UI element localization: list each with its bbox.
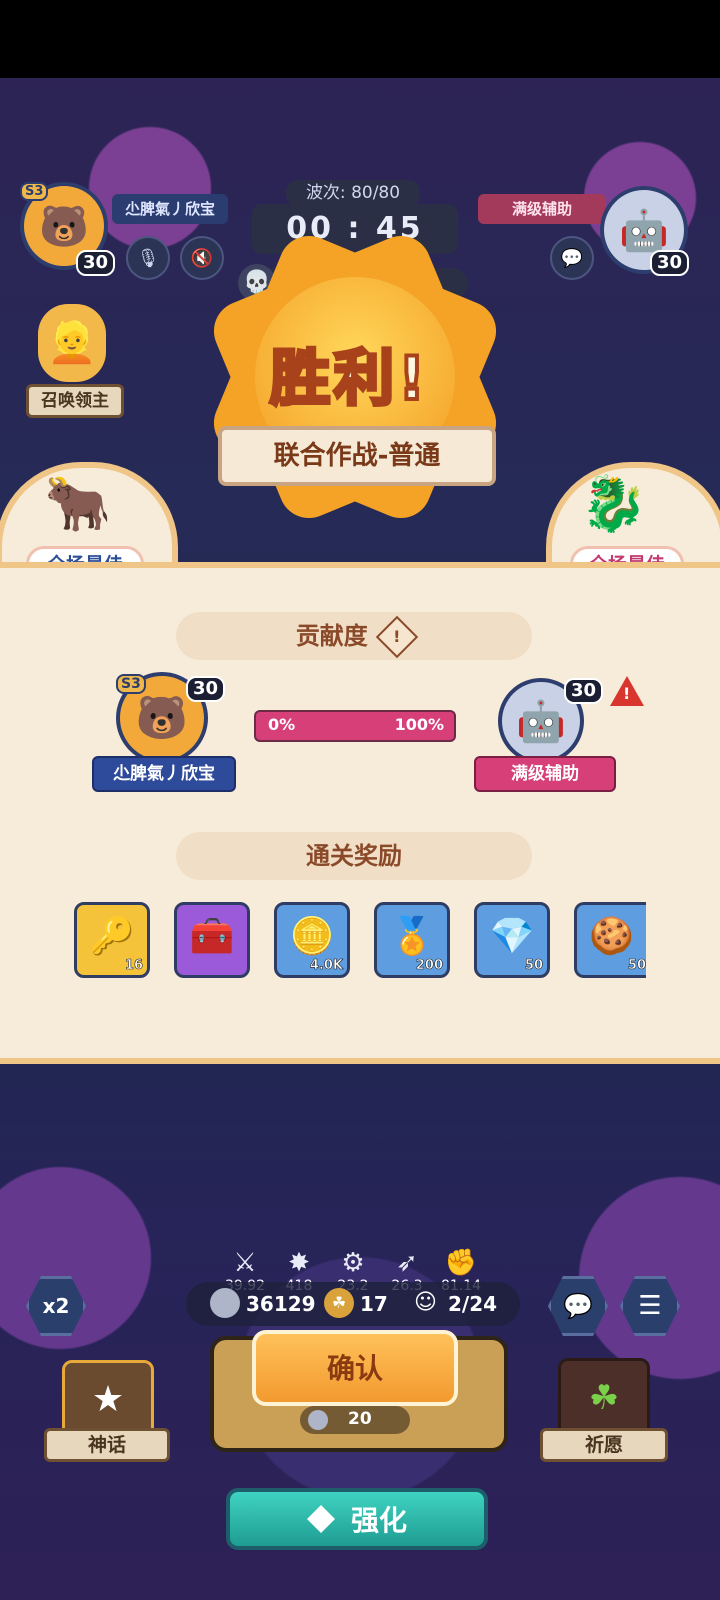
battle-timer: 00 : 45 xyxy=(252,204,458,254)
lord-portrait-icon: 👱 xyxy=(38,304,106,382)
coin-count: 36129 xyxy=(246,1292,316,1316)
treasure-chest-icon: 🧰 xyxy=(189,916,235,957)
trophy-medal-icon: 🏅 xyxy=(389,916,435,957)
robot-avatar-icon: 🤖 xyxy=(619,207,669,254)
summon-lord-label: 召唤领主 xyxy=(26,384,124,418)
clover-icon: ☘ xyxy=(324,1288,354,1318)
unit-count: 2/24 xyxy=(448,1292,498,1316)
contribution-ally-avatar: 🤖 30 xyxy=(498,678,604,764)
resource-bar: 36129 ☘ 17 ☺ 2/24 xyxy=(186,1282,520,1326)
silver-coin-icon xyxy=(210,1288,240,1318)
ally-name-plate: 满级辅助 xyxy=(478,194,606,224)
reward-amount: 50 xyxy=(524,958,544,974)
speaker-off-icon[interactable]: 🔇 xyxy=(180,236,224,280)
pray-label: 祈愿 xyxy=(540,1428,668,1462)
reward-amount: 4.0K xyxy=(309,958,344,974)
reward-gold-coin[interactable]: 🪙 4.0K xyxy=(274,902,350,978)
chat-bubble-icon[interactable]: 💬 xyxy=(550,236,594,280)
reward-amount: 200 xyxy=(415,958,444,974)
rewards-heading: 通关奖励 xyxy=(176,832,532,880)
player-avatar[interactable]: 🐻 S3 30 xyxy=(20,182,116,276)
battle-mode-ribbon: 联合作战-普通 xyxy=(218,426,496,486)
reward-amount: 50 xyxy=(627,958,647,974)
reward-crystal[interactable]: 💎 50 xyxy=(474,902,550,978)
reward-cookie[interactable]: 🍪 50 xyxy=(574,902,646,978)
arrow-up-icon: ➶ xyxy=(396,1248,418,1278)
reward-amount: 16 xyxy=(124,958,144,974)
ally-level: 30 xyxy=(650,250,690,276)
contribution-ally-level: 30 xyxy=(564,678,604,704)
upgrade-label: 强化 xyxy=(350,1504,407,1537)
season-badge: S3 xyxy=(116,674,146,694)
chevron-up-icon xyxy=(306,1505,335,1533)
silver-coin-icon xyxy=(308,1410,328,1430)
sword-icon: ⚔ xyxy=(233,1248,257,1278)
reward-golden-key[interactable]: 🔑 16 xyxy=(74,902,150,978)
clover-altar-icon: ☘ xyxy=(558,1358,650,1438)
myth-label: 神话 xyxy=(44,1428,170,1462)
confirm-button[interactable]: 确认 xyxy=(252,1330,458,1406)
purple-crystal-icon: 💎 xyxy=(489,916,535,957)
status-bar xyxy=(0,0,720,78)
contribution-title: 贡献度 xyxy=(295,622,368,650)
contribution-heading: 贡献度 ! xyxy=(176,612,532,660)
victory-title: 胜利! xyxy=(268,342,430,416)
player-name-plate: 尐脾氣丿欣宝 xyxy=(112,194,228,224)
summon-lord-button[interactable]: 👱 召唤领主 xyxy=(26,304,124,418)
left-percent: 0% xyxy=(268,715,296,734)
reward-trophy[interactable]: 🏅 200 xyxy=(374,902,450,978)
robot-avatar-icon: 🤖 xyxy=(516,698,566,745)
contribution-player-name: 尐脾氣丿欣宝 xyxy=(92,756,236,792)
pray-button[interactable]: ☘ 祈愿 xyxy=(540,1358,668,1462)
clover-count: 17 xyxy=(360,1292,388,1316)
warning-icon[interactable]: ! xyxy=(610,676,644,706)
golden-key-icon: 🔑 xyxy=(89,916,135,957)
crit-burst-icon: ✸ xyxy=(288,1248,310,1278)
season-badge: S3 xyxy=(20,182,49,201)
contribution-ally-name: 满级辅助 xyxy=(474,756,616,792)
upgrade-button[interactable]: 强化 xyxy=(226,1488,488,1550)
cookie-icon: 🍪 xyxy=(589,916,634,957)
microphone-off-icon[interactable]: 🎙 xyxy=(126,236,170,280)
gear-icon: ⚙ xyxy=(341,1248,365,1278)
bull-warrior-icon: 🐂 xyxy=(44,472,112,535)
myth-button[interactable]: ★ 神话 xyxy=(44,1360,170,1462)
player-level: 30 xyxy=(76,250,116,276)
bear-avatar-icon: 🐻 xyxy=(135,693,189,742)
reward-treasure-chest[interactable]: 🧰 xyxy=(174,902,250,978)
confirm-cost: 20 xyxy=(300,1406,410,1434)
contribution-bar: 0% 100% xyxy=(254,710,456,742)
bear-avatar-icon: 🐻 xyxy=(39,203,89,250)
gold-coin-icon: 🪙 xyxy=(289,916,335,957)
unit-icon: ☺ xyxy=(414,1290,437,1315)
info-icon[interactable]: ! xyxy=(375,615,419,659)
contribution-player-avatar: 🐻 S3 30 xyxy=(116,672,226,764)
confirm-cost-value: 20 xyxy=(348,1409,372,1429)
dragon-beast-icon: 🐉 xyxy=(580,472,648,535)
contribution-player-level: 30 xyxy=(186,676,226,702)
fist-icon: ✊ xyxy=(444,1248,478,1278)
wave-counter: 波次: 80/80 xyxy=(286,180,420,206)
ally-avatar[interactable]: 🤖 30 xyxy=(600,186,690,276)
right-percent: 100% xyxy=(394,715,444,734)
